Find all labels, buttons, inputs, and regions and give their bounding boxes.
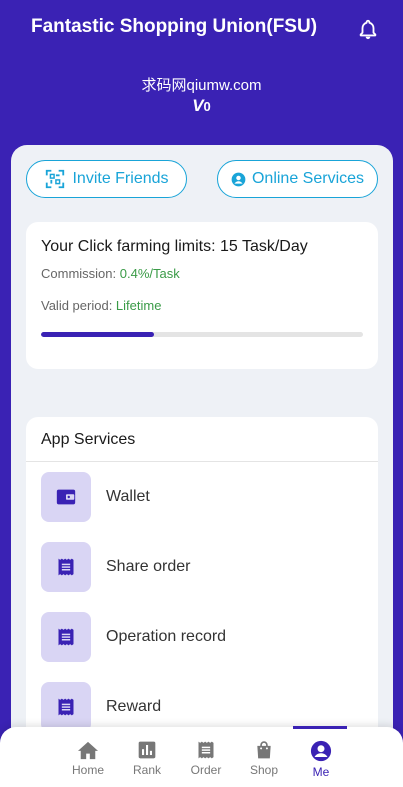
user-circle-icon <box>310 740 332 762</box>
service-item-label: Share order <box>106 558 191 575</box>
tab-order[interactable]: Order <box>178 727 234 787</box>
home-icon <box>78 741 98 760</box>
service-item-wallet[interactable]: Wallet <box>41 472 363 522</box>
document-icon <box>41 612 91 662</box>
vip-prefix: V <box>192 96 204 115</box>
valid-period-text: Valid period: Lifetime <box>41 298 161 313</box>
service-item-operation-record[interactable]: Operation record <box>41 612 363 662</box>
service-item-label: Operation record <box>106 628 227 645</box>
online-services-button[interactable]: Online Services <box>217 160 378 198</box>
app-services-card: App Services Wallet Share order Operatio… <box>26 417 378 777</box>
online-services-label: Online Services <box>251 170 365 187</box>
service-item-reward[interactable]: Reward <box>41 682 363 732</box>
tab-rank-label: Rank <box>132 763 161 777</box>
limits-card: Your Click farming limits: 15 Task/Day C… <box>26 222 378 369</box>
invite-friends-button[interactable]: Invite Friends <box>26 160 187 198</box>
header: Fantastic Shopping Union(FSU) 求码网qiumw.c… <box>0 0 403 160</box>
bar-chart-icon <box>138 741 156 759</box>
limits-progress-bar <box>41 332 363 337</box>
receipt-icon <box>198 741 214 759</box>
user-circle-icon <box>231 172 246 186</box>
commission-label: Commission: <box>41 266 120 281</box>
valid-period-value: Lifetime <box>115 298 162 313</box>
limits-progress-fill <box>41 332 154 337</box>
app-title: Fantastic Shopping Union(FSU) <box>31 16 318 37</box>
user-name: 求码网qiumw.com <box>141 77 262 94</box>
limits-title: Your Click farming limits: 15 Task/Day <box>41 238 308 255</box>
tab-home[interactable]: Home <box>60 727 116 787</box>
tab-me-label: Me <box>312 765 330 779</box>
qr-scan-icon <box>46 169 65 189</box>
vip-level: 0 <box>203 99 211 114</box>
service-item-share-order[interactable]: Share order <box>41 542 363 592</box>
invite-friends-label: Invite Friends <box>72 170 169 187</box>
commission-value: 0.4%/Task <box>119 266 180 281</box>
shopping-bag-icon <box>257 741 271 759</box>
document-icon <box>41 682 91 732</box>
app-services-title: App Services <box>41 431 136 448</box>
document-icon <box>41 542 91 592</box>
tab-shop[interactable]: Shop <box>236 727 292 787</box>
tab-home-label: Home <box>71 763 104 777</box>
tab-shop-label: Shop <box>249 763 279 777</box>
vip-level-badge: V0 <box>0 96 403 116</box>
commission-text: Commission: 0.4%/Task <box>41 266 180 281</box>
main-content: Invite Friends Online Services Your Clic… <box>11 145 393 787</box>
tab-order-label: Order <box>190 763 222 777</box>
service-item-label: Wallet <box>106 488 150 505</box>
tab-me[interactable]: Me <box>293 726 349 787</box>
divider <box>26 461 378 462</box>
bell-icon[interactable] <box>357 18 379 40</box>
service-item-label: Reward <box>106 698 162 715</box>
valid-period-label: Valid period: <box>41 298 116 313</box>
wallet-icon <box>41 472 91 522</box>
bottom-tab-bar: Home Rank Order Shop Me <box>0 726 403 787</box>
tab-rank[interactable]: Rank <box>119 727 175 787</box>
